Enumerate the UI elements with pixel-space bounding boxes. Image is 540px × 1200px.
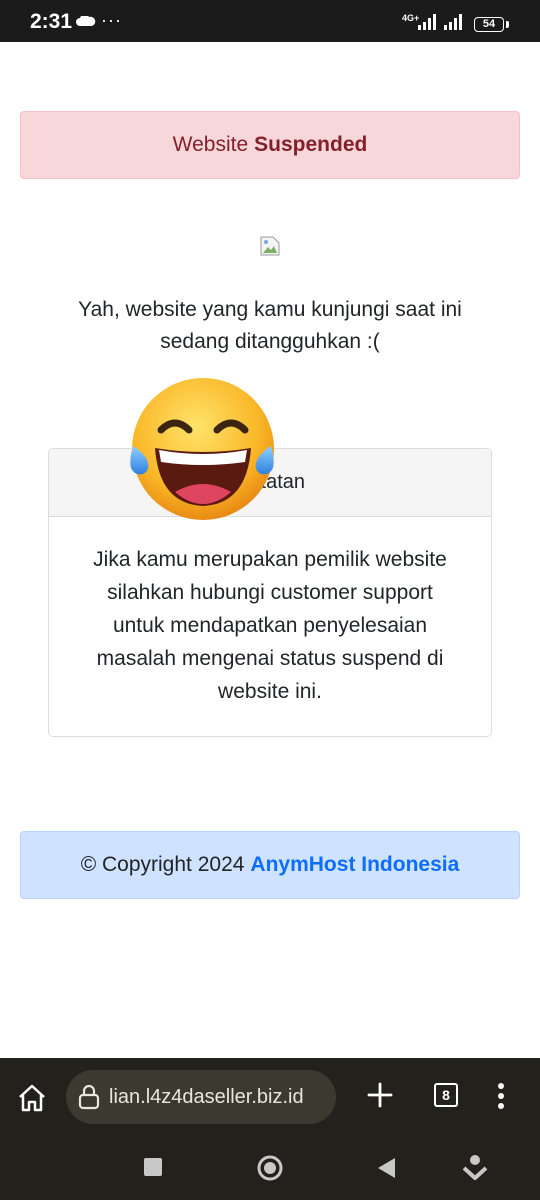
nav-home-icon[interactable]	[256, 1154, 284, 1182]
nav-assist-icon[interactable]	[462, 1154, 488, 1182]
home-icon[interactable]	[16, 1082, 48, 1114]
plus-icon[interactable]	[366, 1081, 394, 1109]
tabs-icon[interactable]: 8	[434, 1083, 458, 1107]
brand-link[interactable]: AnymHost Indonesia	[250, 853, 459, 877]
message-line-2: sedang ditangguhkan :(	[160, 330, 380, 353]
nav-recents-icon[interactable]	[144, 1158, 162, 1176]
broken-image-icon	[260, 236, 280, 256]
alert-prefix: Website	[172, 133, 249, 156]
signal-icon	[418, 14, 436, 30]
menu-icon[interactable]	[496, 1081, 506, 1111]
lock-icon	[78, 1084, 100, 1110]
laughing-emoji	[130, 378, 274, 520]
status-time: 2:31	[30, 10, 73, 33]
nav-back-icon[interactable]	[375, 1156, 397, 1180]
url-text: lian.l4z4daseller.biz.id	[109, 1086, 304, 1108]
copyright-text: © Copyright 2024	[80, 853, 245, 876]
network-type: 4G+	[402, 13, 420, 23]
suspended-alert: Website Suspended	[20, 111, 520, 179]
tab-count: 8	[442, 1087, 450, 1103]
url-bar[interactable]: lian.l4z4daseller.biz.id	[66, 1070, 336, 1124]
battery-tip	[506, 21, 509, 28]
cloud-icon	[76, 16, 96, 26]
status-dots: ···	[101, 10, 122, 30]
suspend-message: Yah, website yang kamu kunjungi saat ini…	[40, 294, 500, 358]
battery-icon: 54	[474, 17, 504, 32]
copyright-footer: © Copyright 2024 AnymHost Indonesia	[20, 831, 520, 899]
status-bar: 2:31 ··· 4G+ 54	[0, 0, 540, 42]
signal-icon	[444, 14, 462, 30]
message-line-1: Yah, website yang kamu kunjungi saat ini	[78, 298, 462, 321]
battery-level: 54	[482, 18, 496, 30]
alert-bold: Suspended	[254, 133, 368, 156]
card-body: Jika kamu merupakan pemilik website sila…	[93, 548, 447, 703]
